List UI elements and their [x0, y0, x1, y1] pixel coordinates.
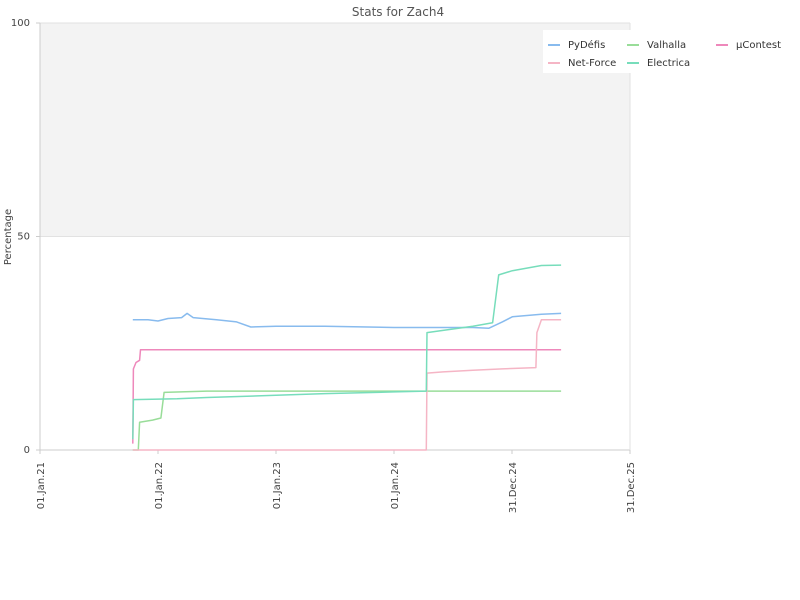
series-line-4 [132, 264, 562, 440]
x-tick-label-4: 31.Dec.24 [508, 462, 519, 513]
y-tick-label-0: 0 [24, 445, 30, 456]
y-tick-label-100: 100 [11, 18, 30, 29]
y-tick-label-50: 50 [17, 232, 30, 243]
legend-label-0: PyDéfis [568, 39, 605, 51]
upper-band [40, 23, 630, 237]
y-axis-title: Percentage [3, 209, 14, 265]
series-line-1 [132, 390, 562, 451]
x-tick-label-1: 01.Jan.22 [154, 462, 165, 509]
chart-title: Stats for Zach4 [352, 5, 444, 19]
legend-label-3: Net-Force [568, 58, 616, 69]
legend-label-4: Electrica [647, 58, 690, 69]
legend-label-2: µContest [736, 40, 781, 51]
series-line-3 [132, 319, 562, 451]
x-tick-labels: 01.Jan.21 01.Jan.22 01.Jan.23 01.Jan.24 31.D… [36, 450, 637, 513]
legend: PyDéfis Valhalla µContest Net-Force Electric… [543, 30, 785, 73]
x-tick-label-0: 01.Jan.21 [36, 462, 47, 509]
stats-chart: Stats for Zach4 050100 01.Jan.21 01.Jan.2… [3, 5, 785, 513]
x-tick-label-3: 01.Jan.24 [390, 462, 401, 509]
legend-label-1: Valhalla [647, 40, 686, 51]
x-tick-label-5: 31.Dec.25 [626, 462, 637, 513]
series-lines [132, 264, 562, 451]
series-line-0 [132, 312, 562, 330]
x-tick-label-2: 01.Jan.23 [272, 462, 283, 509]
y-tick-labels: 0 50 100 [11, 18, 40, 456]
series-line-2 [132, 348, 562, 444]
